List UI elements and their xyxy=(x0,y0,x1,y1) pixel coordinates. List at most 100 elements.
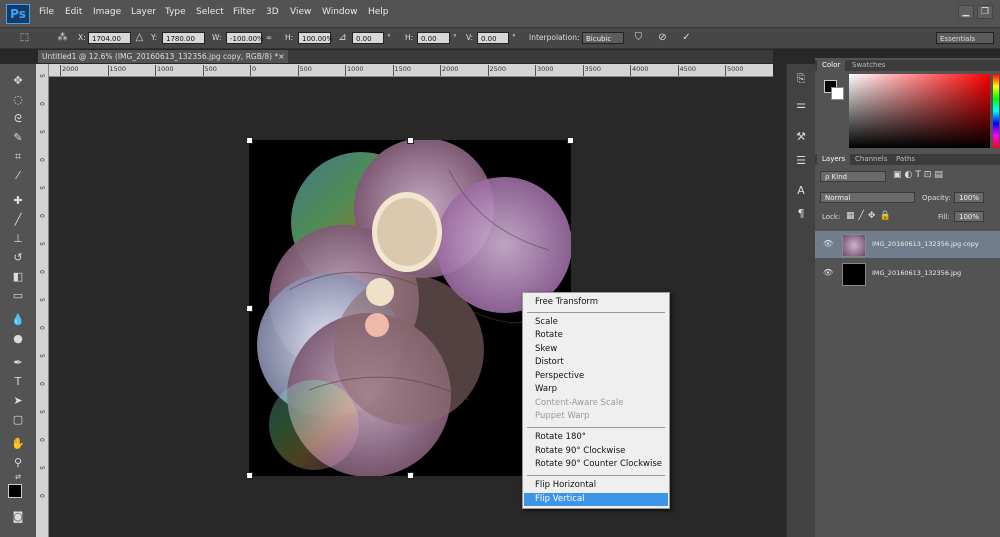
transform-handle[interactable] xyxy=(407,137,414,144)
transform-handle[interactable] xyxy=(407,472,414,479)
menu-item-rotate-90-ccw[interactable]: Rotate 90° Counter Clockwise xyxy=(524,458,668,471)
commit-transform-icon[interactable]: ✓ xyxy=(680,32,693,44)
shape-tool-icon[interactable]: ▢ xyxy=(8,411,28,428)
width-field[interactable]: -100.00% xyxy=(226,32,264,44)
properties-panel-icon[interactable]: ⚌ xyxy=(794,98,808,112)
document-tab[interactable]: Untitled1 @ 12.6% (IMG_20160613_132356.j… xyxy=(38,50,288,63)
menu-item-flip-horizontal[interactable]: Flip Horizontal xyxy=(524,479,668,492)
relative-position-icon[interactable]: △ xyxy=(133,32,146,44)
foreground-color-swatch[interactable] xyxy=(8,484,22,498)
menu-type[interactable]: Type xyxy=(165,7,186,17)
ruler-tick-label: 5 xyxy=(38,242,45,246)
vskew-field[interactable]: 0.00 xyxy=(477,32,509,44)
color-picker-field[interactable] xyxy=(849,74,990,148)
menu-image[interactable]: Image xyxy=(93,7,121,17)
type-tool-icon[interactable]: T xyxy=(8,373,28,390)
marquee-tool-icon[interactable]: ◌ xyxy=(8,91,28,108)
visibility-eye-icon[interactable]: 👁 xyxy=(823,268,833,277)
eyedropper-tool-icon[interactable]: ⁄ xyxy=(8,167,28,184)
y-field[interactable]: 1780.00 px xyxy=(162,32,205,55)
menu-item-perspective[interactable]: Perspective xyxy=(524,370,668,383)
quick-select-tool-icon[interactable]: ✎ xyxy=(8,129,28,146)
menu-layer[interactable]: Layer xyxy=(131,7,156,17)
transform-handle[interactable] xyxy=(246,472,253,479)
adjustments-panel-icon[interactable]: ☰ xyxy=(794,154,808,168)
warp-mode-icon[interactable]: ⛉ xyxy=(632,32,645,44)
menu-item-rotate-180[interactable]: Rotate 180° xyxy=(524,431,668,444)
menu-item-scale[interactable]: Scale xyxy=(524,316,668,329)
healing-brush-tool-icon[interactable]: ✚ xyxy=(8,192,28,209)
tab-paths[interactable]: Paths xyxy=(891,154,920,165)
menu-item-warp[interactable]: Warp xyxy=(524,383,668,396)
hand-tool-icon[interactable]: ✋ xyxy=(8,435,28,452)
minimize-icon[interactable]: ▁ xyxy=(958,5,974,19)
layer-row[interactable]: 👁 IMG_20160613_132356.jpg copy xyxy=(815,231,1000,258)
opacity-field[interactable]: 100% xyxy=(954,192,984,203)
visibility-eye-icon[interactable]: 👁 xyxy=(823,239,833,248)
character-panel-icon[interactable]: A xyxy=(794,184,808,198)
lock-icons[interactable]: ▦╱✥🔒 xyxy=(846,211,895,221)
tab-swatches[interactable]: Swatches xyxy=(847,60,890,71)
menu-help[interactable]: Help xyxy=(368,7,389,17)
menu-edit[interactable]: Edit xyxy=(65,7,82,17)
blend-mode-select[interactable]: Normal xyxy=(820,192,915,203)
interpolation-label: Interpolation: xyxy=(529,33,580,42)
history-brush-tool-icon[interactable]: ↺ xyxy=(8,249,28,266)
path-select-tool-icon[interactable]: ➤ xyxy=(8,392,28,409)
clone-stamp-tool-icon[interactable]: ⊥ xyxy=(8,230,28,247)
menu-item-free-transform[interactable]: Free Transform xyxy=(524,296,668,309)
menu-item-rotate[interactable]: Rotate xyxy=(524,329,668,342)
brush-presets-icon[interactable]: ⚒ xyxy=(794,130,808,144)
menu-item-rotate-90-cw[interactable]: Rotate 90° Clockwise xyxy=(524,445,668,458)
menu-select[interactable]: Select xyxy=(196,7,224,17)
tab-channels[interactable]: Channels xyxy=(850,154,892,165)
hskew-field[interactable]: 0.00 xyxy=(417,32,450,44)
height-field[interactable]: 100.00% xyxy=(298,32,333,44)
fill-field[interactable]: 100% xyxy=(954,211,984,222)
menu-view[interactable]: View xyxy=(290,7,311,17)
history-panel-icon[interactable]: ⎘ xyxy=(794,72,808,86)
gradient-tool-icon[interactable]: ▭ xyxy=(8,287,28,304)
tab-layers[interactable]: Layers xyxy=(817,154,851,165)
menu-item-flip-vertical[interactable]: Flip Vertical xyxy=(524,493,668,506)
restore-icon[interactable]: ❐ xyxy=(977,5,993,19)
quick-mask-icon[interactable]: ◙ xyxy=(8,508,28,525)
paragraph-panel-icon[interactable]: ¶ xyxy=(794,207,808,221)
workspace-select[interactable]: Essentials xyxy=(936,32,994,44)
x-field[interactable]: 1704.00 px xyxy=(88,32,131,55)
close-tab-icon[interactable]: × xyxy=(278,50,285,63)
angle-field[interactable]: 0.00 xyxy=(352,32,384,44)
layer-kind-filter[interactable]: ρ Kind xyxy=(820,171,886,182)
eraser-tool-icon[interactable]: ◧ xyxy=(8,268,28,285)
cancel-transform-icon[interactable]: ⊘ xyxy=(656,32,669,44)
interpolation-select[interactable]: Bicubic xyxy=(582,32,624,44)
tab-color[interactable]: Color xyxy=(817,60,846,71)
transform-handle[interactable] xyxy=(246,305,253,312)
crop-tool-icon[interactable]: ⌗ xyxy=(8,148,28,165)
transform-handle[interactable] xyxy=(246,137,253,144)
menu-file[interactable]: File xyxy=(39,7,54,17)
menu-filter[interactable]: Filter xyxy=(233,7,255,17)
transform-tool-icon[interactable]: ⬚ xyxy=(18,32,31,44)
hue-slider[interactable] xyxy=(993,74,999,148)
menu-item-distort[interactable]: Distort xyxy=(524,356,668,369)
ruler-tick-label: 5 xyxy=(38,466,45,470)
transform-handle[interactable] xyxy=(567,137,574,144)
filter-icons[interactable]: ▣◐T⊡▤ xyxy=(893,170,946,180)
menu-item-skew[interactable]: Skew xyxy=(524,343,668,356)
lasso-tool-icon[interactable]: ᘓ xyxy=(8,110,28,127)
blur-tool-icon[interactable]: 💧 xyxy=(8,311,28,328)
menu-3d[interactable]: 3D xyxy=(266,7,279,17)
pen-tool-icon[interactable]: ✒ xyxy=(8,354,28,371)
layer-row[interactable]: 👁 IMG_20160613_132356.jpg xyxy=(815,260,1000,287)
ruler-tick-label: 1000 xyxy=(155,65,174,76)
y-label: Y: xyxy=(151,33,158,42)
link-icon[interactable]: ∞ xyxy=(266,33,272,42)
menu-window[interactable]: Window xyxy=(322,7,358,17)
brush-tool-icon[interactable]: ╱ xyxy=(8,211,28,228)
dodge-tool-icon[interactable]: ● xyxy=(8,330,28,347)
move-tool-icon[interactable]: ✥ xyxy=(8,72,28,89)
background-color-chip[interactable] xyxy=(831,87,844,100)
reference-point-icon[interactable]: ⁂ xyxy=(56,32,69,44)
hskew-label: H: xyxy=(405,33,414,42)
